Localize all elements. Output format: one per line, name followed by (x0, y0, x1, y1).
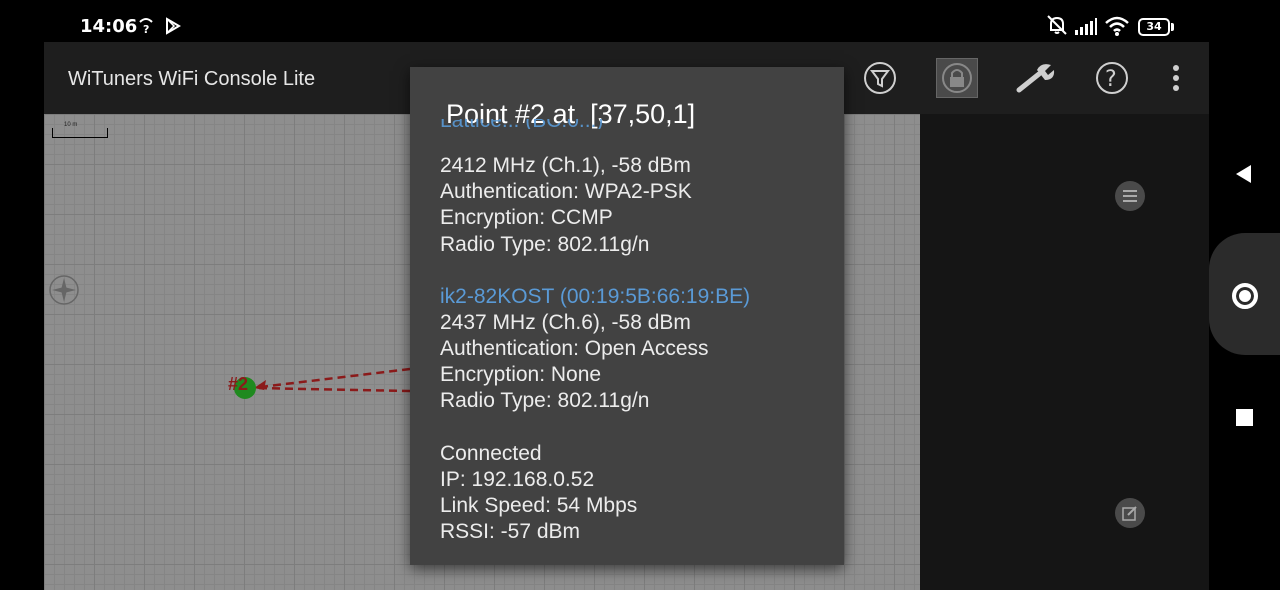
network-name: ik2-82KOST (00:19:5B:66:19:BE) (440, 284, 751, 308)
edit-icon (1122, 506, 1137, 521)
point-details-dialog: Point #2 at [37,50,1] Lattice... (BC:0..… (410, 67, 844, 565)
list-button[interactable] (1115, 181, 1145, 211)
connection-ip: IP: 192.168.0.52 (440, 467, 595, 491)
signal-icon (1074, 16, 1098, 41)
help-icon: ? (1096, 62, 1128, 94)
app-title: WiTuners WiFi Console Lite (68, 68, 316, 90)
lock-button[interactable] (936, 58, 978, 98)
notification-off-icon (1046, 14, 1068, 41)
right-panel (920, 114, 1209, 590)
connection-link-speed: Link Speed: 54 Mbps (440, 494, 638, 518)
network-authentication: Authentication: WPA2-PSK (440, 180, 692, 204)
filter-icon (864, 62, 896, 94)
wifi-icon (1104, 14, 1130, 43)
network-frequency: 2412 MHz (Ch.1), -58 dBm (440, 154, 691, 177)
connection-status: Connected (440, 441, 542, 465)
back-icon (1236, 165, 1251, 183)
network-frequency: 2437 MHz (Ch.6), -58 dBm (440, 310, 691, 334)
dialog-content: Lattice... (BC:0...) 2412 MHz (Ch.1), -5… (440, 119, 830, 565)
point-label: #2 (228, 374, 249, 394)
wifi-calling-icon: ? (138, 16, 154, 41)
network-encryption: Encryption: CCMP (440, 206, 613, 230)
wrench-icon (1016, 64, 1055, 93)
status-time: 14:06 (80, 16, 138, 37)
recents-icon[interactable] (1236, 409, 1253, 426)
connection-rssi: RSSI: -57 dBm (440, 520, 581, 544)
settings-button[interactable] (1014, 58, 1060, 98)
play-store-icon (164, 16, 182, 41)
back-button[interactable] (1234, 164, 1254, 189)
lock-icon (942, 63, 972, 93)
help-button[interactable]: ? (1092, 58, 1132, 98)
network-radio-type: Radio Type: 802.11g/n (440, 389, 650, 413)
overflow-menu-icon (1173, 65, 1179, 91)
screen: 14:06 ? 34 WiTuners WiFi Console Lite ? … (0, 0, 1280, 590)
filter-button[interactable] (860, 58, 900, 98)
dialog-scroll-body[interactable]: Lattice... (BC:0...) 2412 MHz (Ch.1), -5… (440, 119, 830, 565)
home-icon[interactable] (1232, 283, 1258, 309)
status-bar: 14:06 ? 34 (0, 0, 1280, 42)
edit-button[interactable] (1115, 498, 1145, 528)
battery-icon: 34 (1138, 18, 1170, 36)
network-authentication: Authentication: Open Access (440, 337, 709, 361)
overflow-menu-button[interactable] (1156, 58, 1196, 98)
network-name-partial: Lattice... (BC:0...) (440, 119, 830, 129)
svg-text:?: ? (1105, 67, 1117, 92)
network-radio-type: Radio Type: 802.11g/n (440, 232, 650, 256)
svg-text:?: ? (143, 23, 149, 36)
network-encryption: Encryption: None (440, 363, 602, 387)
list-icon (1123, 190, 1137, 202)
battery-nub (1171, 23, 1174, 31)
